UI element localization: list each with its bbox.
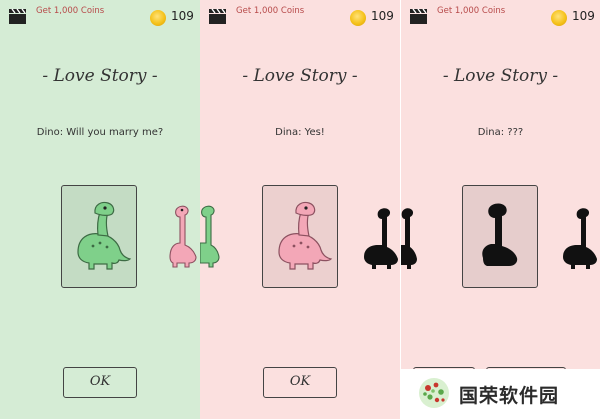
silhouette-dino-icon [482, 203, 518, 266]
coin-icon [551, 10, 567, 26]
coin-count: 109 [371, 9, 394, 23]
green-dino-icon [77, 201, 131, 270]
dino-card[interactable] [462, 185, 538, 288]
screen-panel-2: Get 1,000 Coins 109 - Love Story - Dina:… [200, 0, 400, 419]
green-dino-partial-icon [200, 205, 220, 268]
story-title: - Love Story - [42, 66, 158, 86]
coin-icon [150, 10, 166, 26]
dialog-text: Dina: ??? [477, 127, 524, 138]
dino-card[interactable] [262, 185, 338, 288]
pink-dino-icon[interactable] [166, 203, 200, 269]
story-title: - Love Story - [242, 66, 358, 86]
screen-panel-1: Get 1,000 Coins 109 - Love Story - Dino:… [0, 0, 200, 419]
dialog-text: Dina: Yes! [275, 127, 325, 138]
watermark-text: 国荣软件园 [459, 385, 560, 407]
silhouette-dino-icon[interactable] [561, 205, 600, 271]
silhouette-dino-icon[interactable] [362, 205, 400, 271]
dialog-text: Dino: Will you marry me? [36, 127, 164, 138]
clapperboard-icon[interactable] [208, 8, 228, 29]
coin-count: 109 [572, 9, 595, 23]
get-coins-link[interactable]: Get 1,000 Coins [236, 6, 304, 16]
clapperboard-icon[interactable] [409, 8, 429, 29]
ok-button[interactable]: OK [63, 367, 137, 398]
coin-icon [350, 10, 366, 26]
ok-button[interactable]: OK [263, 367, 337, 398]
top-bar: Get 1,000 Coins 109 [200, 0, 400, 36]
story-title: - Love Story - [442, 66, 559, 86]
clapperboard-icon[interactable] [8, 8, 28, 29]
get-coins-link[interactable]: Get 1,000 Coins [36, 6, 104, 16]
top-bar: Get 1,000 Coins 109 [401, 0, 600, 36]
get-coins-link[interactable]: Get 1,000 Coins [437, 6, 505, 16]
coin-count: 109 [171, 9, 194, 23]
pink-dino-icon [278, 201, 332, 270]
watermark-logo-icon [419, 378, 449, 408]
silhouette-dino-partial-icon [401, 208, 417, 269]
screen-panel-3: Get 1,000 Coins 109 - Love Story - Dina:… [401, 0, 600, 419]
watermark: 国荣软件园 [401, 369, 600, 419]
dino-card[interactable] [61, 185, 137, 288]
top-bar: Get 1,000 Coins 109 [0, 0, 200, 36]
